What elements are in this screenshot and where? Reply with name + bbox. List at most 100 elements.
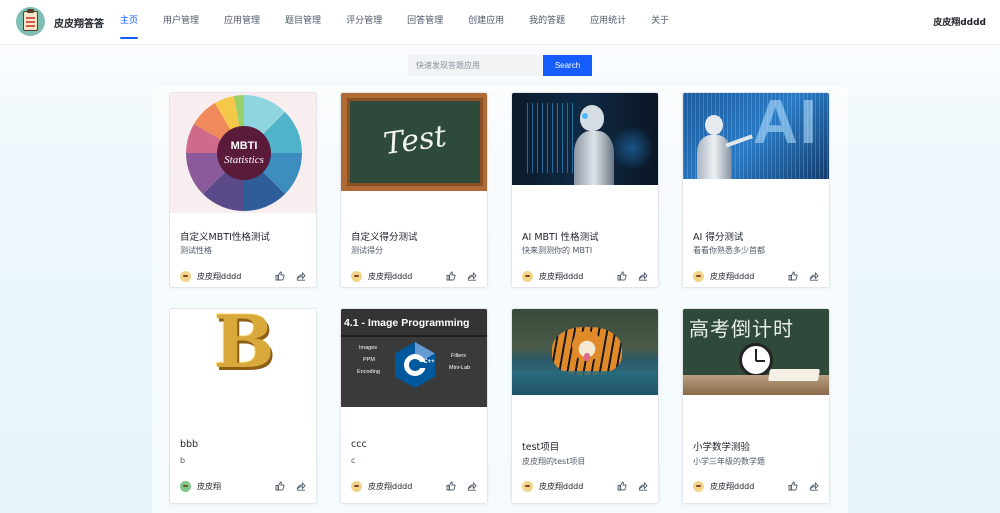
app-cover-image: Test: [341, 93, 487, 191]
app-description: 皮皮翔的test项目: [522, 457, 586, 466]
app-card[interactable]: test项目 皮皮翔的test项目 皮皮翔dddd: [511, 308, 659, 504]
thumb-up-icon[interactable]: [446, 481, 456, 491]
app-description: c: [351, 456, 356, 465]
app-card-footer: 皮皮翔dddd: [522, 269, 648, 283]
app-title: 自定义MBTI性格测试: [180, 232, 270, 243]
share-icon[interactable]: [467, 481, 477, 491]
app-description: 小学三年级的数学题: [693, 457, 765, 466]
app-card[interactable]: B bbb b 皮皮翔: [169, 308, 317, 504]
app-card[interactable]: Test 自定义得分测试 测试得分 皮皮翔dddd: [340, 92, 488, 288]
share-icon[interactable]: [638, 271, 648, 281]
app-description: b: [180, 456, 186, 465]
thumb-up-icon[interactable]: [617, 271, 627, 281]
author-avatar[interactable]: [693, 270, 704, 282]
thumb-up-icon[interactable]: [275, 481, 285, 491]
nav-item-my-answers[interactable]: 我的答题: [529, 0, 565, 45]
app-title: bbb: [180, 439, 199, 450]
nav-item-question-management[interactable]: 题目管理: [285, 0, 321, 45]
app-title: 小学数学测验: [693, 442, 751, 453]
share-icon[interactable]: [467, 271, 477, 281]
share-icon[interactable]: [296, 271, 306, 281]
app-list-panel: MBTI Statistics 自定义MBTI性格测试 测试性格 皮皮翔dddd…: [152, 86, 848, 513]
cpp-logo-icon: C++: [395, 342, 435, 388]
author-avatar[interactable]: [180, 480, 191, 492]
search-input[interactable]: [408, 55, 543, 76]
nav-item-home[interactable]: 主页: [120, 0, 139, 45]
app-title: 自定义得分测试: [351, 232, 418, 243]
app-cover-image: AI: [683, 93, 829, 179]
nav-item-about[interactable]: 关于: [651, 0, 669, 45]
thumb-up-icon[interactable]: [617, 481, 627, 491]
cover-gold-b: B: [213, 309, 275, 384]
app-description: 快来测测你的 MBTI: [522, 246, 593, 255]
thumb-up-icon[interactable]: [788, 481, 798, 491]
author-name[interactable]: 皮皮翔dddd: [368, 481, 435, 492]
author-name[interactable]: 皮皮翔dddd: [710, 481, 777, 492]
thumb-up-icon[interactable]: [446, 271, 456, 281]
share-icon[interactable]: [809, 271, 819, 281]
cover-image-programming-title: 4.1 - Image Programming: [344, 317, 470, 329]
author-avatar[interactable]: [522, 480, 533, 492]
nav-item-app-management[interactable]: 应用管理: [224, 0, 260, 45]
share-icon[interactable]: [296, 481, 306, 491]
cover-mbti-label: MBTI: [231, 140, 258, 152]
robot-head: [705, 115, 723, 135]
nav-item-answer-management[interactable]: 回答管理: [407, 0, 443, 45]
app-card[interactable]: 高考倒计时 小学数学测验 小学三年级的数学题 皮皮翔dddd: [682, 308, 830, 504]
app-card-footer: 皮皮翔dddd: [351, 479, 477, 493]
author-name[interactable]: 皮皮翔dddd: [539, 481, 606, 492]
app-description: 测试得分: [351, 246, 383, 255]
app-card[interactable]: 4.1 - Image Programming Images PPM Encod…: [340, 308, 488, 504]
site-logo[interactable]: [16, 7, 45, 36]
nav-item-create-app[interactable]: 创建应用: [468, 0, 504, 45]
cover-statistics-label: Statistics: [224, 154, 264, 166]
author-avatar[interactable]: [522, 270, 533, 282]
author-name[interactable]: 皮皮翔: [197, 481, 264, 492]
app-card-footer: 皮皮翔dddd: [180, 269, 306, 283]
app-card[interactable]: AI AI 得分测试 看看你熟悉多少首都 皮皮翔dddd: [682, 92, 830, 288]
site-name[interactable]: 皮皮翔答答: [54, 15, 104, 30]
author-avatar[interactable]: [351, 480, 362, 492]
author-name[interactable]: 皮皮翔dddd: [539, 271, 606, 282]
cover-gaokao-label: 高考倒计时: [689, 317, 794, 341]
share-icon[interactable]: [809, 481, 819, 491]
search-button[interactable]: Search: [543, 55, 592, 76]
app-card-footer: 皮皮翔: [180, 479, 306, 493]
author-name[interactable]: 皮皮翔dddd: [710, 271, 777, 282]
app-description: 测试性格: [180, 246, 212, 255]
author-avatar[interactable]: [180, 270, 191, 282]
svg-text:C++: C++: [423, 359, 435, 365]
app-cover-image: MBTI Statistics: [170, 93, 316, 213]
thumb-up-icon[interactable]: [275, 271, 285, 281]
current-user-name[interactable]: 皮皮翔dddd: [933, 15, 986, 28]
top-header: 皮皮翔答答 主页 用户管理 应用管理 题目管理 评分管理 回答管理 创建应用 我…: [0, 0, 1000, 45]
author-avatar[interactable]: [693, 480, 704, 492]
app-cover-image: 高考倒计时: [683, 309, 829, 395]
mbti-pie-chart: MBTI Statistics: [186, 95, 302, 211]
app-title: test项目: [522, 442, 560, 453]
app-title: AI 得分测试: [693, 232, 744, 243]
main-nav: 主页 用户管理 应用管理 题目管理 评分管理 回答管理 创建应用 我的答题 应用…: [120, 0, 694, 45]
app-card-footer: 皮皮翔dddd: [522, 479, 648, 493]
app-cover-image: [512, 309, 658, 395]
nav-item-user-management[interactable]: 用户管理: [163, 0, 199, 45]
author-avatar[interactable]: [351, 270, 362, 282]
app-card-footer: 皮皮翔dddd: [693, 479, 819, 493]
share-icon[interactable]: [638, 481, 648, 491]
app-card-footer: 皮皮翔dddd: [351, 269, 477, 283]
app-card[interactable]: AI MBTI 性格测试 快来测测你的 MBTI 皮皮翔dddd: [511, 92, 659, 288]
author-name[interactable]: 皮皮翔dddd: [197, 271, 264, 282]
app-card[interactable]: MBTI Statistics 自定义MBTI性格测试 测试性格 皮皮翔dddd: [169, 92, 317, 288]
cover-ai-label: AI: [753, 93, 819, 157]
app-cover-image: 4.1 - Image Programming Images PPM Encod…: [341, 309, 487, 407]
app-description: 看看你熟悉多少首都: [693, 246, 765, 255]
nav-item-app-statistics[interactable]: 应用统计: [590, 0, 626, 45]
nav-item-scoring-management[interactable]: 评分管理: [346, 0, 382, 45]
open-book: [767, 369, 821, 381]
app-cover-image: [512, 93, 658, 185]
app-card-footer: 皮皮翔dddd: [693, 269, 819, 283]
thumb-up-icon[interactable]: [788, 271, 798, 281]
author-name[interactable]: 皮皮翔dddd: [368, 271, 435, 282]
app-cover-image: B: [170, 309, 316, 397]
app-title: AI MBTI 性格测试: [522, 232, 599, 243]
